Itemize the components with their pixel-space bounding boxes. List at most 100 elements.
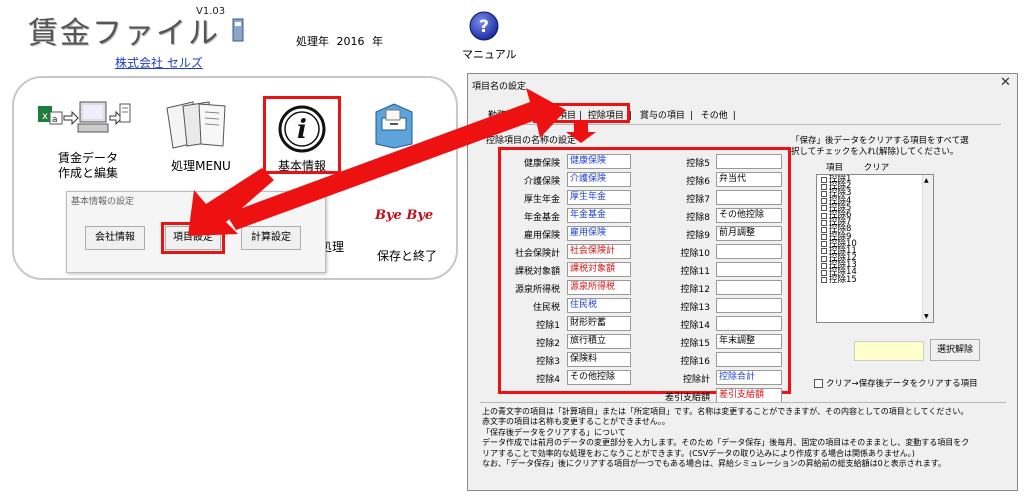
year-label: 処理年 xyxy=(296,35,329,48)
item-name-input[interactable] xyxy=(716,190,782,205)
tab-divider xyxy=(486,124,1001,125)
item-name-input[interactable]: 控除合計 xyxy=(716,370,782,385)
checkbox[interactable] xyxy=(821,205,827,212)
clear-checkbox[interactable] xyxy=(814,378,823,388)
checkbox[interactable] xyxy=(821,277,827,284)
checkbox[interactable] xyxy=(821,176,827,183)
checkbox[interactable] xyxy=(821,262,827,269)
books-icon[interactable] xyxy=(163,98,235,150)
processing-menu-button[interactable]: 処理MENU xyxy=(166,157,236,174)
item-name-input[interactable]: その他控除 xyxy=(716,208,782,223)
row-label: 控除10 xyxy=(680,249,710,259)
item-name-input[interactable] xyxy=(716,352,782,367)
item-name-input[interactable]: 年金基金 xyxy=(567,208,631,223)
checkbox[interactable] xyxy=(821,248,827,255)
wage-data-button[interactable]: 賃金データ 作成と編集 xyxy=(48,151,128,181)
row-label: 控除8 xyxy=(686,213,710,223)
item-name-input[interactable]: 源泉所得税 xyxy=(567,280,631,295)
calc-settings-button[interactable]: 計算設定 xyxy=(241,226,301,250)
row-label: 控除計 xyxy=(682,375,710,385)
checkbox[interactable] xyxy=(821,212,827,219)
row-label: 雇用保険 xyxy=(523,231,560,241)
yearly-button[interactable]: 年間 xyxy=(360,157,414,174)
checkbox[interactable] xyxy=(821,219,827,226)
note-line: なお、「データ保存」後にクリアする項目が一つでもある場合は、昇給シミュレーション… xyxy=(482,459,946,469)
row-label: 控除3 xyxy=(536,357,560,367)
row-label: 控除7 xyxy=(686,195,710,205)
tab-other[interactable]: その他 xyxy=(699,108,730,121)
basic-info-button[interactable]: 基本情報 xyxy=(262,157,342,174)
checkbox[interactable] xyxy=(821,234,827,241)
company-link[interactable]: 株式会社 セルズ xyxy=(115,54,203,71)
row-label: 控除15 xyxy=(680,339,710,349)
save-exit-button[interactable]: 保存と終了 xyxy=(377,247,437,264)
wage-data-icon[interactable]: x a xyxy=(36,98,132,148)
year-suffix: 年 xyxy=(372,35,383,48)
selection-indicator xyxy=(854,341,924,361)
item-name-input[interactable]: 旅行積立 xyxy=(567,334,631,349)
item-name-input[interactable]: 財形貯蓄 xyxy=(567,316,631,331)
tab-bonus-items[interactable]: 賞与の項目 xyxy=(638,108,687,121)
tab-work-items[interactable]: 勤務項目 xyxy=(486,108,526,121)
year-value: 2016 xyxy=(336,35,365,48)
scroll-up-icon[interactable]: ▲ xyxy=(924,177,929,184)
deselect-button[interactable]: 選択解除 xyxy=(930,339,980,361)
item-name-input[interactable] xyxy=(716,244,782,259)
item-name-input[interactable] xyxy=(716,280,782,295)
processing-year: 処理年 2016 年 xyxy=(296,33,383,49)
item-name-input[interactable]: その他控除 xyxy=(567,370,631,385)
dialog-title: 項目名の設定 xyxy=(472,82,527,92)
row-label: 控除5 xyxy=(686,159,710,169)
item-name-input[interactable]: 健康保険 xyxy=(567,154,631,169)
help-icon[interactable]: ? xyxy=(469,11,499,41)
checkbox[interactable] xyxy=(821,255,827,262)
svg-text:?: ? xyxy=(479,17,489,37)
checkbox[interactable] xyxy=(821,270,827,277)
item-name-input[interactable]: 弁当代 xyxy=(716,172,782,187)
checkbox[interactable] xyxy=(821,198,827,205)
row-label: 控除1 xyxy=(536,321,560,331)
item-name-input[interactable] xyxy=(716,154,782,169)
clear-items-list[interactable]: 控除1 控除2 控除3 控除4 控除5 控除6 控除7 控除8 控除9 控除10… xyxy=(816,174,934,323)
item-name-input[interactable]: 住民税 xyxy=(567,298,631,313)
row-label: 控除16 xyxy=(680,357,710,367)
wage-data-label-1: 賃金データ xyxy=(57,151,118,165)
notes-divider xyxy=(480,402,1006,403)
item-name-input[interactable] xyxy=(716,316,782,331)
note-line: 赤文字の項目は名称も変更することができません。。 xyxy=(482,417,670,427)
checkbox[interactable] xyxy=(821,190,827,197)
scroll-down-icon[interactable]: ▼ xyxy=(924,313,929,320)
item-name-input[interactable]: 雇用保険 xyxy=(567,226,631,241)
row-label: 住民税 xyxy=(532,303,560,313)
book-icon xyxy=(232,18,244,42)
item-name-input[interactable]: 年末調整 xyxy=(716,334,782,349)
list-header-clear: クリア xyxy=(863,163,890,173)
item-name-input[interactable]: 課税対象額 xyxy=(567,262,631,277)
bye-bye-icon[interactable]: Bye Bye xyxy=(375,208,433,223)
basic-info-popup: 基本情報の設定 会社情報 項目設定 計算設定 xyxy=(66,191,326,273)
clear-checkbox-row[interactable]: クリア→保存後データをクリアする項目 xyxy=(814,377,978,389)
checkbox[interactable] xyxy=(821,183,827,190)
close-icon[interactable]: ✕ xyxy=(1000,75,1011,90)
row-label: 控除13 xyxy=(680,303,710,313)
clear-description: 「保存」後データをクリアする項目をすべて選 択してチェックを入れ(解除)してくだ… xyxy=(791,136,991,158)
item-name-input[interactable]: 介護保険 xyxy=(567,172,631,187)
checkbox[interactable] xyxy=(821,241,827,248)
list-item[interactable]: 控除15 xyxy=(821,275,857,284)
item-name-input[interactable]: 厚生年金 xyxy=(567,190,631,205)
svg-text:x: x xyxy=(42,111,48,122)
item-name-input[interactable]: 社会保険計 xyxy=(567,244,631,259)
item-name-input[interactable] xyxy=(716,262,782,277)
row-label: 控除2 xyxy=(536,339,560,349)
item-name-input[interactable] xyxy=(716,298,782,313)
manual-link[interactable]: マニュアル xyxy=(462,46,517,62)
company-info-button[interactable]: 会社情報 xyxy=(85,226,145,250)
checkbox[interactable] xyxy=(821,226,827,233)
item-name-input[interactable]: 前月調整 xyxy=(716,226,782,241)
item-name-input[interactable]: 保険料 xyxy=(567,352,631,367)
net-pay-input[interactable]: 差引支給額 xyxy=(716,388,782,403)
file-cabinet-icon[interactable] xyxy=(370,100,416,150)
list-scrollbar[interactable]: ▲ ▼ xyxy=(922,175,933,322)
item-settings-button[interactable]: 項目設定 xyxy=(161,222,225,254)
row-label: 控除6 xyxy=(686,177,710,187)
